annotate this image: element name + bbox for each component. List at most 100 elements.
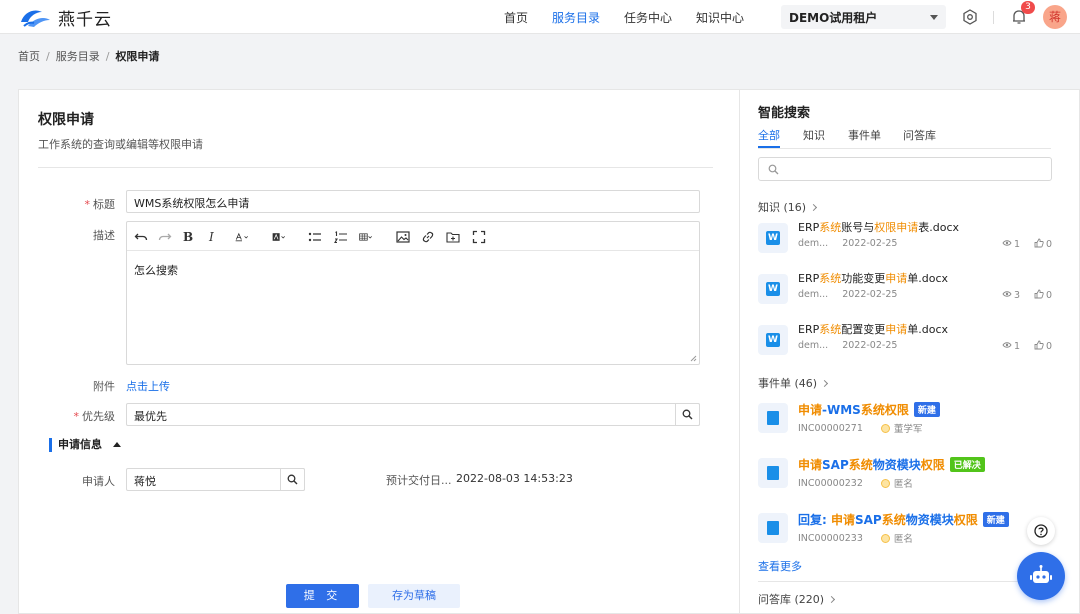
image-icon[interactable] (396, 229, 410, 244)
search-icon (768, 164, 779, 175)
incident-item[interactable]: 回复: 申请SAP系统物资模块权限 新建 INC00000233 匿名 (758, 511, 1052, 551)
incident-meta: INC00000233 匿名 (798, 532, 913, 546)
submit-button[interactable]: 提 交 (286, 584, 359, 608)
thumb-up-icon (1034, 340, 1044, 353)
font-color-icon[interactable] (235, 229, 249, 244)
breadcrumb-catalog[interactable]: 服务目录 (56, 50, 100, 63)
incident-item[interactable]: 申请-WMS系统权限 新建 INC00000271 董学军 (758, 401, 1052, 441)
breadcrumb-current: 权限申请 (115, 50, 160, 63)
question-icon (1034, 524, 1048, 538)
fullscreen-icon[interactable] (472, 229, 486, 244)
required-mark: * (73, 410, 80, 423)
collapse-toggle-icon[interactable] (113, 442, 121, 447)
help-button[interactable] (1027, 517, 1055, 545)
form-title: 权限申请 (38, 112, 94, 128)
breadcrumb-home[interactable]: 首页 (18, 50, 40, 63)
section-title: 申请信息 (49, 438, 102, 452)
priority-search-button[interactable] (675, 403, 700, 426)
incident-group-header[interactable]: 事件单 (46) (758, 375, 829, 391)
tab-incidents[interactable]: 事件单 (848, 127, 881, 143)
numbered-list-icon[interactable] (334, 229, 348, 244)
search-icon (682, 409, 693, 420)
priority-value: 最优先 (134, 410, 167, 423)
knowledge-title: ERP系统功能变更申请单.docx (798, 272, 949, 285)
view-more-link[interactable]: 查看更多 (758, 558, 802, 574)
knowledge-meta: dem... 2022-02-25 (798, 238, 898, 249)
redo-icon[interactable] (158, 229, 172, 244)
link-icon[interactable] (421, 229, 435, 244)
title-label: * 标题 (84, 198, 116, 211)
save-draft-button[interactable]: 存为草稿 (368, 584, 460, 608)
tenant-name: DEMO试用租户 (789, 11, 878, 25)
description-editor: B I 怎么搜索 (126, 221, 700, 365)
status-badge: 新建 (913, 402, 940, 417)
notification-badge: 3 (1021, 1, 1035, 14)
applicant-value: 蒋悦 (134, 475, 156, 488)
user-avatar-icon (880, 533, 890, 543)
tenant-select[interactable]: DEMO试用租户 (781, 5, 946, 29)
eye-icon (1002, 238, 1012, 251)
priority-select[interactable]: 最优先 (126, 403, 700, 426)
description-label: 描述 (93, 229, 115, 242)
smart-search-input[interactable] (758, 157, 1052, 181)
ticket-icon (758, 403, 788, 433)
view-count: 3 (1002, 289, 1020, 302)
title-input[interactable]: WMS系统权限怎么申请 (126, 190, 700, 213)
ticket-icon (758, 513, 788, 543)
nav-home[interactable]: 首页 (504, 9, 528, 26)
delivery-date-value: 2022-08-03 14:53:23 (456, 472, 573, 485)
smart-search-title: 智能搜索 (758, 106, 811, 121)
upload-link[interactable]: 点击上传 (126, 378, 170, 394)
knowledge-group-header[interactable]: 知识 (16) (758, 199, 818, 215)
divider (758, 148, 1051, 149)
knowledge-item[interactable]: W ERP系统功能变更申请单.docx dem... 2022-02-25 3 0 (758, 270, 1052, 310)
view-count-value: 1 (1014, 239, 1021, 250)
divider (993, 11, 994, 24)
applicant-search-button[interactable] (280, 468, 305, 491)
incident-title: 申请SAP系统物资模块权限 已解决 (798, 456, 985, 473)
chevron-right-icon (821, 379, 829, 388)
undo-icon[interactable] (134, 229, 148, 244)
incident-item[interactable]: 申请SAP系统物资模块权限 已解决 INC00000232 匿名 (758, 456, 1052, 496)
like-count-value: 0 (1046, 290, 1053, 301)
status-badge: 已解决 (949, 457, 985, 472)
knowledge-meta: dem... 2022-02-25 (798, 340, 898, 351)
priority-label: * 优先级 (73, 410, 116, 423)
settings-icon[interactable] (961, 8, 979, 26)
applicant-select[interactable]: 蒋悦 (126, 468, 305, 491)
applicant-label: 申请人 (82, 475, 115, 488)
tab-knowledge[interactable]: 知识 (803, 127, 825, 143)
user-avatar[interactable]: 蒋 (1043, 5, 1067, 29)
like-count-value: 0 (1046, 239, 1053, 250)
ticket-icon (758, 458, 788, 488)
thumb-up-icon (1034, 238, 1044, 251)
attachment-label: 附件 (93, 380, 115, 393)
bullet-list-icon[interactable] (308, 229, 322, 244)
nav-service-catalog[interactable]: 服务目录 (552, 9, 600, 26)
knowledge-item[interactable]: W ERP系统账号与权限申请表.docx dem... 2022-02-25 1 0 (758, 219, 1052, 259)
nav-knowledge-center[interactable]: 知识中心 (696, 9, 744, 26)
view-count: 1 (1002, 340, 1020, 353)
tab-all[interactable]: 全部 (758, 127, 780, 143)
resize-handle-icon[interactable] (690, 355, 697, 362)
nav-task-center[interactable]: 任务中心 (624, 9, 672, 26)
qa-group-header[interactable]: 问答库 (220) (758, 591, 836, 607)
user-avatar-icon (880, 423, 890, 433)
knowledge-meta: dem... 2022-02-25 (798, 289, 898, 300)
table-icon[interactable] (359, 229, 373, 244)
word-doc-icon: W (758, 274, 788, 304)
knowledge-title: ERP系统账号与权限申请表.docx (798, 221, 960, 234)
breadcrumb-separator: / (105, 50, 110, 63)
incident-title: 申请-WMS系统权限 新建 (798, 401, 940, 418)
italic-icon[interactable]: I (209, 229, 214, 244)
chatbot-button[interactable] (1017, 552, 1065, 600)
incident-meta: INC00000232 匿名 (798, 477, 913, 491)
highlight-color-icon[interactable] (272, 229, 286, 244)
knowledge-item[interactable]: W ERP系统配置变更申请单.docx dem... 2022-02-25 1 0 (758, 321, 1052, 361)
like-count: 0 (1034, 340, 1052, 353)
brand-logo[interactable]: 燕千云 (18, 5, 112, 30)
tab-qa[interactable]: 问答库 (903, 127, 936, 143)
insert-file-icon[interactable] (446, 229, 460, 244)
description-content[interactable]: 怎么搜索 (127, 251, 699, 289)
bold-icon[interactable]: B (183, 229, 193, 244)
